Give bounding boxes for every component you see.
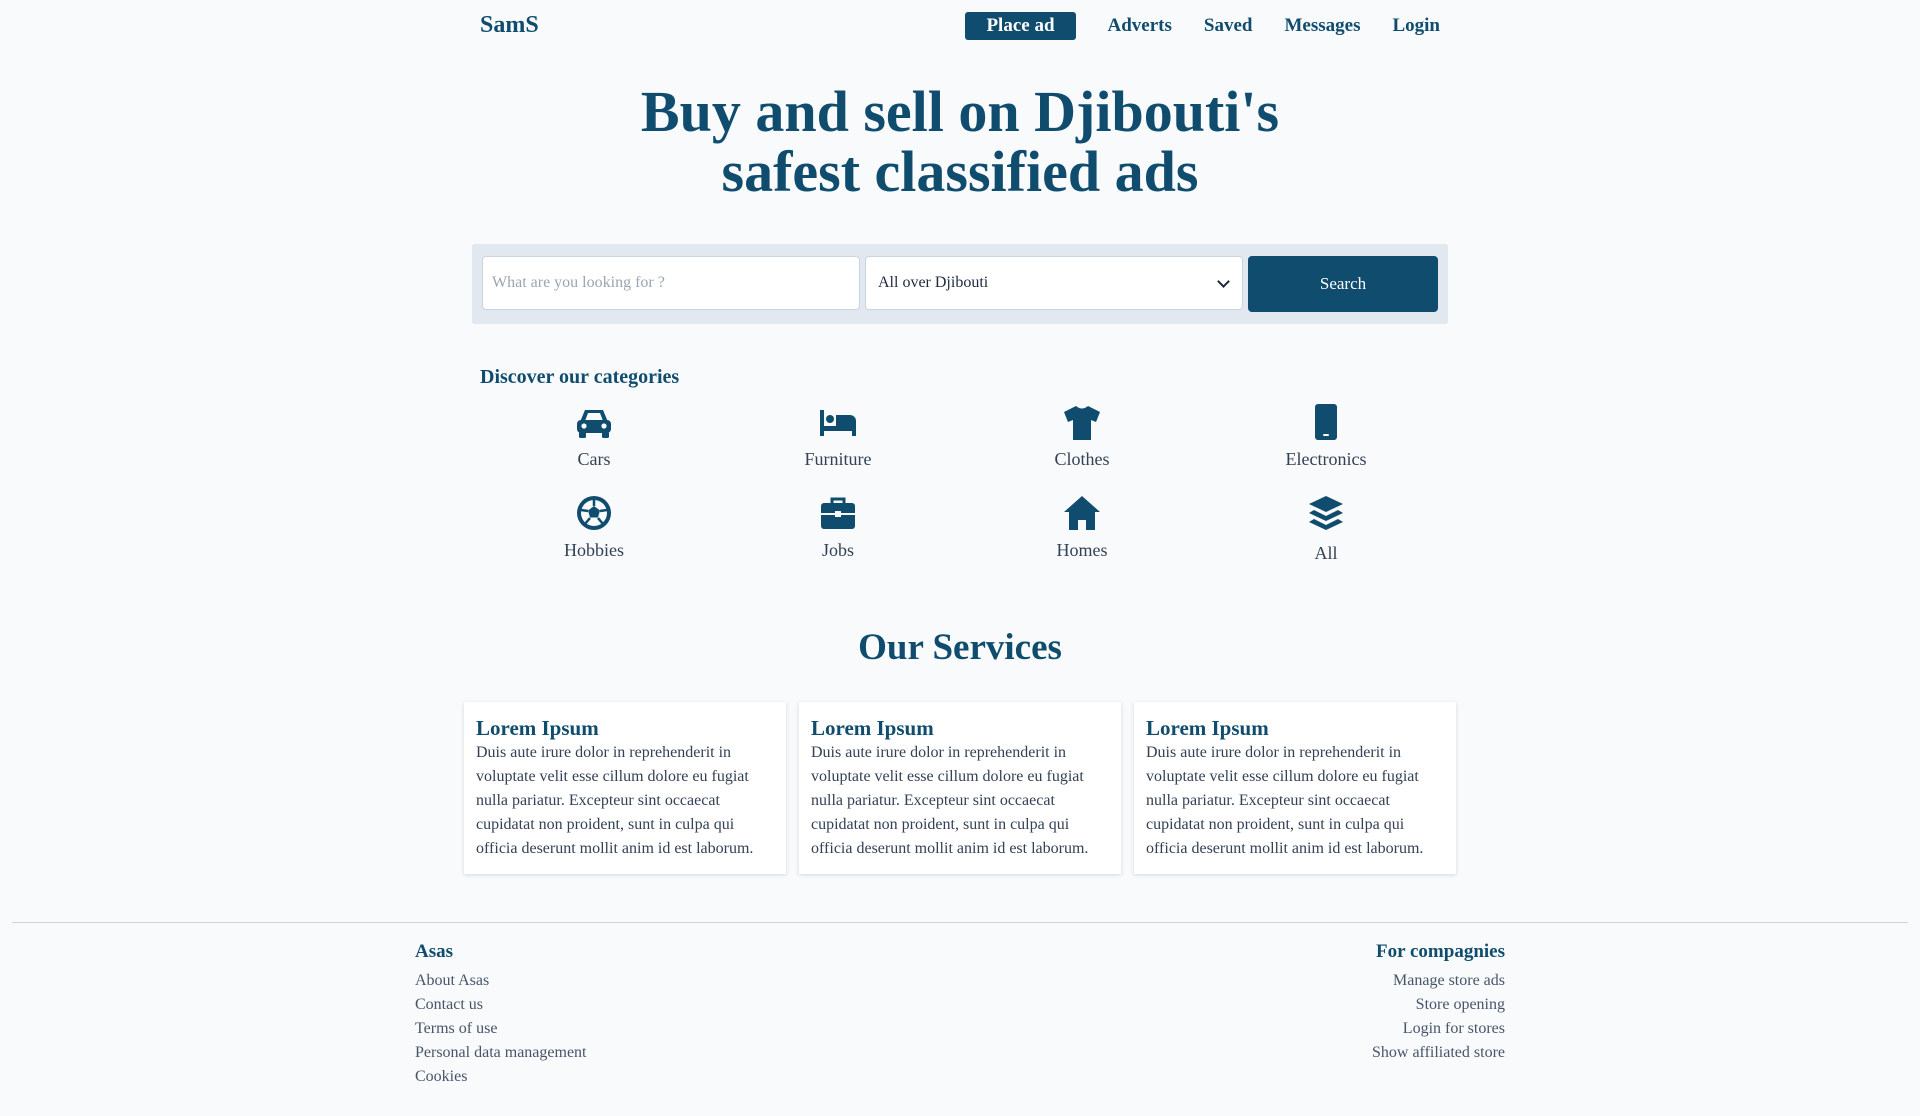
category-label: Electronics <box>1285 449 1367 469</box>
soccer-ball-icon <box>577 496 611 530</box>
footer-link-personal-data[interactable]: Personal data management <box>415 1041 587 1065</box>
top-nav: SamS Place ad Adverts Saved Messages Log… <box>0 0 1920 52</box>
footer-link-about[interactable]: About Asas <box>415 969 587 993</box>
nav-links: Place ad Adverts Saved Messages Login <box>965 12 1440 40</box>
hero-line-1: Buy and sell on Djibouti's <box>640 79 1280 144</box>
location-select-value: All over Djibouti <box>878 274 989 291</box>
services-title: Our Services <box>858 627 1062 668</box>
nav-link-login[interactable]: Login <box>1392 15 1440 37</box>
chevron-down-icon <box>1217 274 1230 288</box>
hero-title: Buy and sell on Djibouti's safest classi… <box>0 82 1920 202</box>
service-card-body: Duis aute irure dolor in reprehenderit i… <box>476 744 754 857</box>
category-label: Cars <box>577 449 611 469</box>
category-label: Homes <box>1056 540 1108 560</box>
briefcase-icon <box>821 497 855 529</box>
nav-link-saved[interactable]: Saved <box>1204 15 1253 37</box>
categories-title: Discover our categories <box>480 366 680 388</box>
footer-link-affiliated-store[interactable]: Show affiliated store <box>1372 1041 1505 1065</box>
footer-link-store-login[interactable]: Login for stores <box>1372 1017 1505 1041</box>
car-icon <box>577 410 611 438</box>
category-homes[interactable]: Homes <box>982 493 1182 561</box>
category-furniture[interactable]: Furniture <box>738 402 938 470</box>
footer-business-column: For compagnies Manage store ads Store op… <box>1372 941 1505 1065</box>
hero-line-2: safest classified ads <box>721 139 1199 204</box>
footer-link-store-opening[interactable]: Store opening <box>1372 993 1505 1017</box>
search-input[interactable] <box>482 256 860 310</box>
footer-link-terms[interactable]: Terms of use <box>415 1017 587 1041</box>
bed-icon <box>820 410 856 436</box>
category-hobbies[interactable]: Hobbies <box>494 493 694 561</box>
service-card: Lorem Ipsum Duis aute irure dolor in rep… <box>799 702 1121 874</box>
nav-link-adverts[interactable]: Adverts <box>1108 15 1172 37</box>
service-card: Lorem Ipsum Duis aute irure dolor in rep… <box>1134 702 1456 874</box>
search-button[interactable]: Search <box>1248 256 1438 312</box>
place-ad-button[interactable]: Place ad <box>965 12 1076 40</box>
site-logo[interactable]: SamS <box>480 12 539 39</box>
category-label: Hobbies <box>564 540 624 560</box>
category-label: All <box>1314 543 1338 563</box>
footer-link-cookies[interactable]: Cookies <box>415 1065 587 1089</box>
tshirt-icon <box>1064 406 1100 440</box>
category-label: Furniture <box>804 449 872 469</box>
category-all[interactable]: All <box>1226 493 1426 564</box>
tablet-icon <box>1315 404 1337 440</box>
footer-heading: Asas <box>415 941 454 962</box>
category-label: Jobs <box>821 540 854 560</box>
search-bar: All over Djibouti Search <box>472 244 1448 324</box>
nav-link-messages[interactable]: Messages <box>1284 15 1360 37</box>
footer-link-contact[interactable]: Contact us <box>415 993 587 1017</box>
category-clothes[interactable]: Clothes <box>982 402 1182 470</box>
footer-company-column: Asas About Asas Contact us Terms of use … <box>415 941 587 1089</box>
service-card-body: Duis aute irure dolor in reprehenderit i… <box>811 744 1089 857</box>
footer-link-manage-store-ads[interactable]: Manage store ads <box>1372 969 1505 993</box>
service-card-title: Lorem Ipsum <box>811 716 934 740</box>
category-cars[interactable]: Cars <box>494 402 694 470</box>
footer-heading: For compagnies <box>1376 941 1505 962</box>
service-card-title: Lorem Ipsum <box>476 716 599 740</box>
house-icon <box>1064 496 1100 530</box>
category-label: Clothes <box>1054 449 1110 469</box>
layers-icon <box>1309 496 1343 530</box>
location-select[interactable]: All over Djibouti <box>865 256 1243 310</box>
service-card-body: Duis aute irure dolor in reprehenderit i… <box>1146 744 1424 857</box>
service-card: Lorem Ipsum Duis aute irure dolor in rep… <box>464 702 786 874</box>
category-jobs[interactable]: Jobs <box>738 493 938 561</box>
footer-divider <box>12 922 1908 923</box>
category-electronics[interactable]: Electronics <box>1226 402 1426 470</box>
service-card-title: Lorem Ipsum <box>1146 716 1269 740</box>
